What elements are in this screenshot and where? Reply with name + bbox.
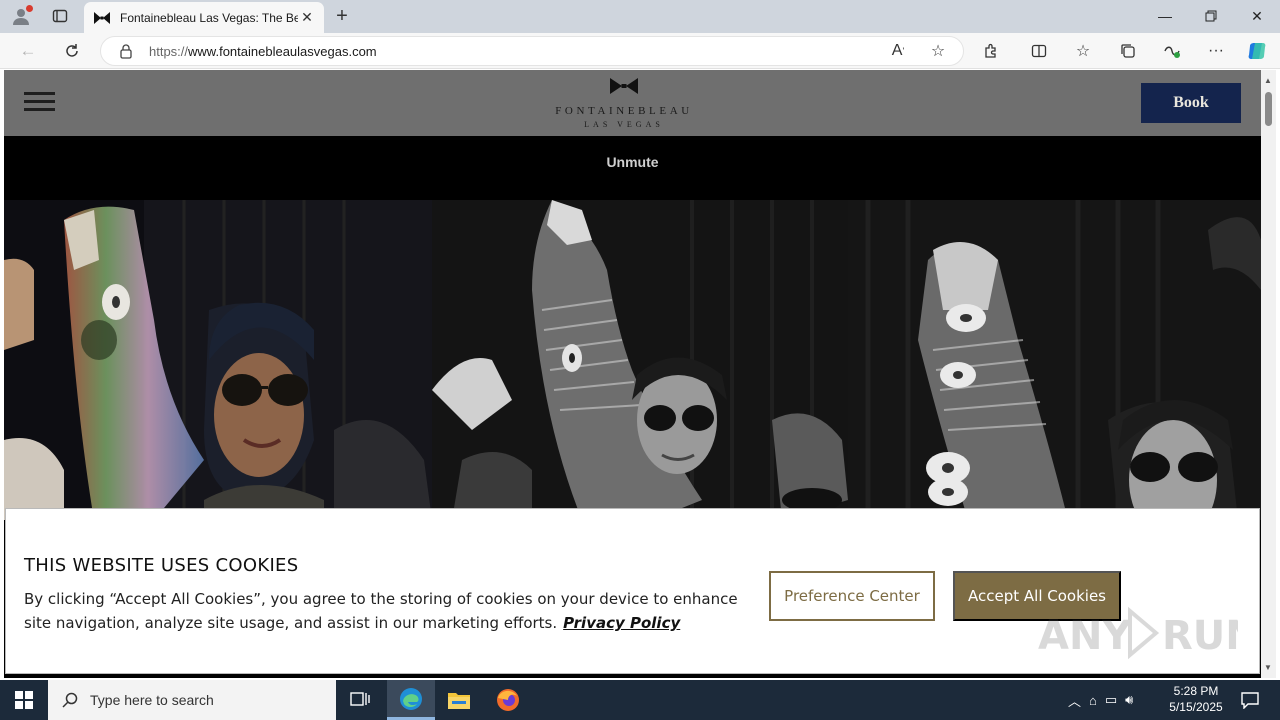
preference-center-button[interactable]: Preference Center — [769, 571, 935, 621]
volume-icon[interactable]: 🔊︎ — [1125, 692, 1133, 708]
search-placeholder: Type here to search — [90, 692, 214, 708]
hero-video[interactable] — [4, 200, 1261, 520]
hero-photo-2 — [432, 200, 848, 520]
site-logo[interactable]: FONTAINEBLEAU LAS VEGAS — [549, 78, 699, 130]
lock-icon[interactable] — [119, 44, 133, 59]
back-icon[interactable]: ← — [14, 37, 42, 65]
task-view-icon[interactable] — [336, 680, 384, 720]
more-icon[interactable]: ··· — [1203, 38, 1229, 64]
svg-text:RUN: RUN — [1162, 613, 1238, 659]
new-tab-icon[interactable]: + — [330, 4, 354, 28]
book-button[interactable]: Book — [1141, 83, 1241, 123]
scroll-up-icon[interactable]: ▲ — [1264, 76, 1272, 85]
url-text: https://www.fontainebleaulasvegas.com — [149, 44, 377, 59]
extensions-icon[interactable] — [978, 38, 1004, 64]
fontainebleau-favicon-icon — [94, 11, 110, 24]
taskbar: Type here to search ︿ ⌂ ▭ 🔊︎ 5:28 PM 5/1… — [0, 680, 1280, 720]
split-screen-icon[interactable] — [1026, 38, 1052, 64]
profile-icon[interactable] — [8, 4, 34, 28]
read-aloud-icon[interactable]: Aʹ — [885, 38, 911, 64]
file-explorer-icon[interactable] — [435, 680, 483, 720]
cookie-body: By clicking “Accept All Cookies”, you ag… — [24, 587, 744, 635]
favorite-icon[interactable]: ☆ — [925, 38, 951, 64]
active-tab[interactable]: Fontainebleau Las Vegas: The Best ✕ — [84, 2, 324, 33]
windows-start-icon[interactable] — [0, 680, 48, 720]
cookie-banner: THIS WEBSITE USES COOKIES By clicking “A… — [5, 508, 1260, 674]
page-scrollbar[interactable]: ▲ ▼ — [1261, 70, 1276, 678]
hamburger-menu-icon[interactable] — [24, 92, 56, 114]
cookie-heading: THIS WEBSITE USES COOKIES — [24, 555, 299, 576]
hero-photo-1 — [4, 200, 432, 520]
scroll-down-icon[interactable]: ▼ — [1264, 663, 1272, 672]
tab-title: Fontainebleau Las Vegas: The Best — [120, 10, 298, 25]
refresh-icon[interactable] — [58, 37, 86, 65]
meet-now-icon[interactable]: ⌂ — [1089, 693, 1097, 708]
bowtie-logo-icon — [610, 78, 638, 94]
notifications-icon[interactable] — [1232, 680, 1268, 720]
search-icon — [62, 692, 78, 708]
copilot-icon[interactable] — [1244, 38, 1270, 64]
browser-essentials-icon[interactable] — [1159, 38, 1185, 64]
minimize-icon[interactable]: — — [1142, 0, 1188, 32]
clock-date: 5/15/2025 — [1169, 700, 1223, 714]
privacy-policy-link[interactable]: Privacy Policy — [563, 614, 680, 632]
favorites-icon[interactable]: ☆ — [1070, 38, 1096, 64]
scroll-thumb[interactable] — [1265, 92, 1272, 126]
show-hidden-icons-icon[interactable]: ︿ — [1068, 691, 1081, 710]
system-tray: ︿ ⌂ ▭ 🔊︎ — [1068, 680, 1168, 720]
logo-name: FONTAINEBLEAU — [555, 105, 693, 117]
svg-text:ANY: ANY — [1038, 613, 1132, 659]
logo-subtitle: LAS VEGAS — [584, 120, 664, 129]
close-tab-icon[interactable]: ✕ — [298, 9, 316, 27]
clock-time: 5:28 PM — [1173, 684, 1219, 698]
collections-icon[interactable] — [1115, 38, 1141, 64]
network-icon[interactable]: ▭ — [1105, 692, 1117, 708]
firefox-icon[interactable] — [484, 680, 532, 720]
anyrun-watermark: ANY RUN — [1038, 605, 1259, 661]
address-bar-row: ← https://www.fontainebleaulasvegas.com … — [0, 33, 1280, 69]
tab-strip: Fontainebleau Las Vegas: The Best ✕ + — … — [0, 0, 1280, 33]
url-field[interactable]: https://www.fontainebleaulasvegas.com Aʹ… — [100, 36, 964, 66]
site-header: FONTAINEBLEAU LAS VEGAS Book — [4, 70, 1261, 136]
hero-photo-3 — [848, 200, 1261, 520]
edge-icon[interactable] — [387, 680, 435, 720]
close-window-icon[interactable]: ✕ — [1234, 0, 1280, 32]
unmute-button[interactable]: Unmute — [4, 136, 1261, 200]
unmute-label: Unmute — [606, 154, 659, 170]
taskbar-clock[interactable]: 5:28 PM 5/15/2025 — [1168, 683, 1224, 717]
taskbar-search[interactable]: Type here to search — [48, 680, 336, 720]
tab-actions-icon[interactable] — [46, 4, 74, 28]
restore-icon[interactable] — [1188, 0, 1234, 32]
